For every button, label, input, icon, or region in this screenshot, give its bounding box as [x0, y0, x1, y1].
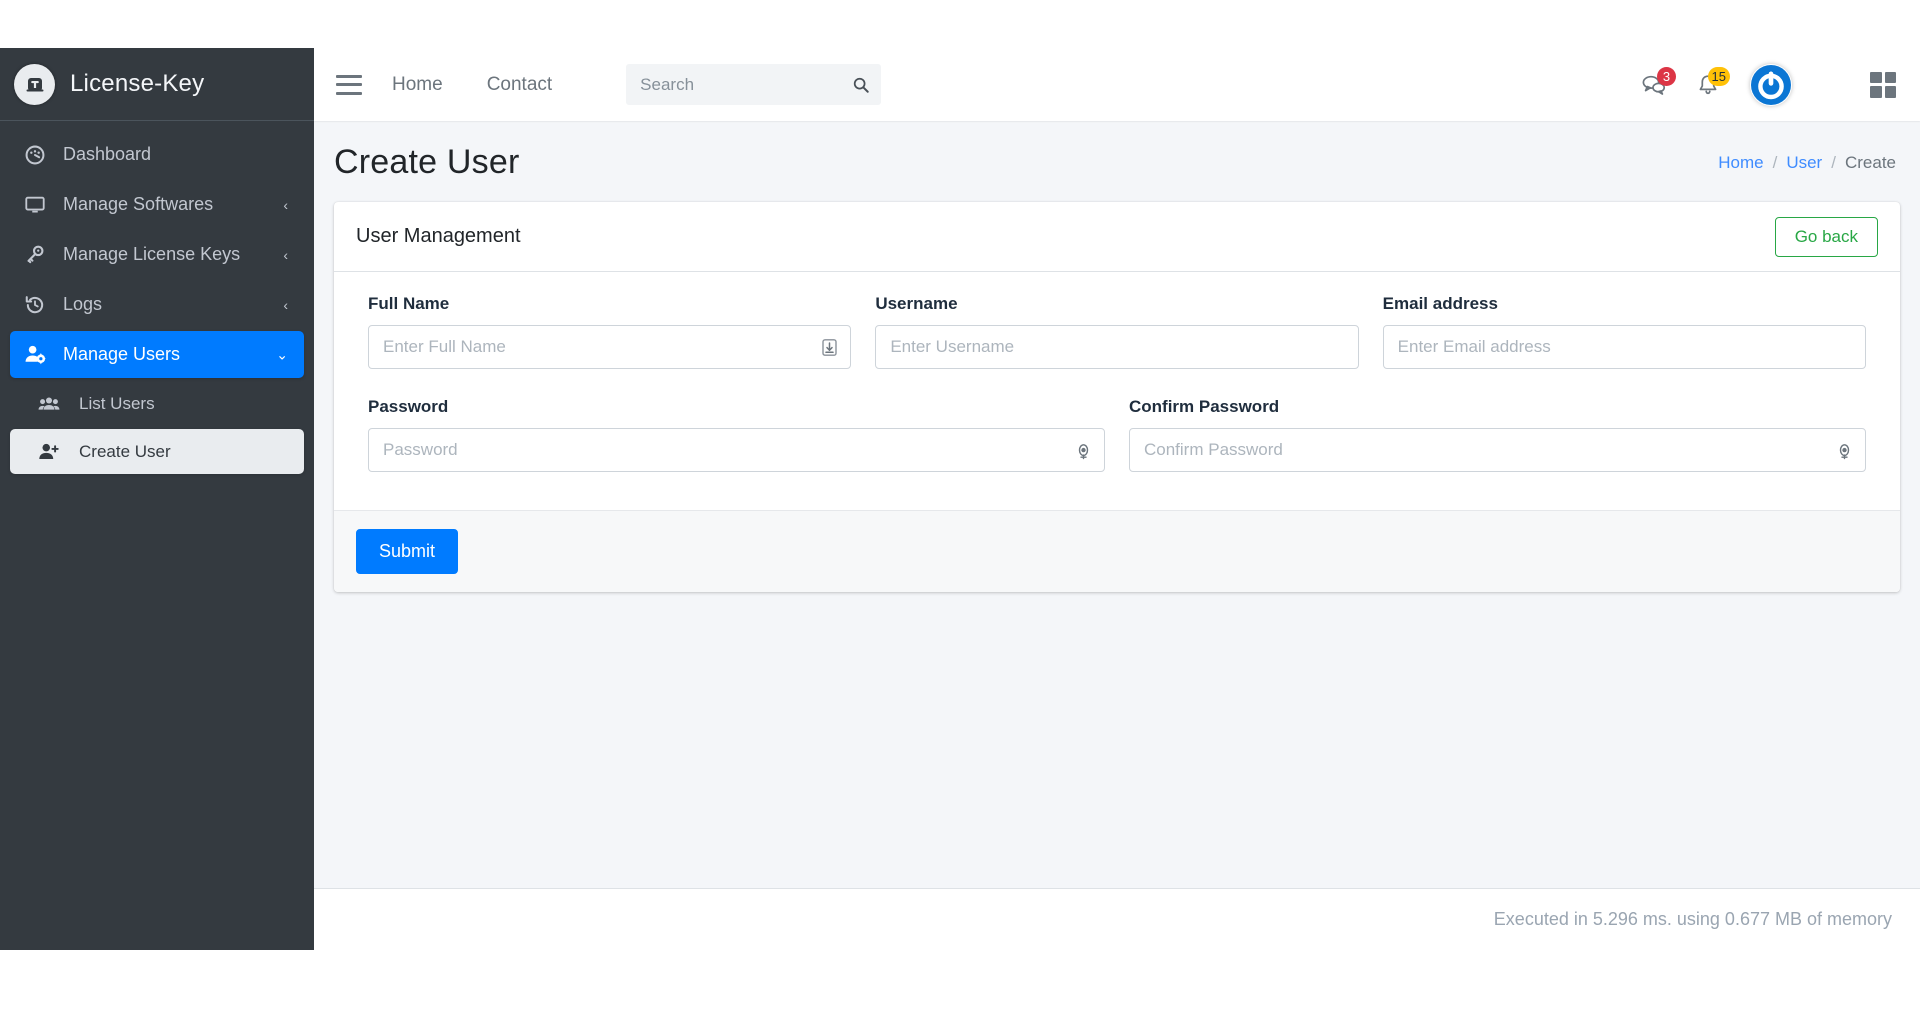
sidebar-item-list-users[interactable]: List Users [10, 381, 304, 426]
sidebar-item-create-user[interactable]: Create User [10, 429, 304, 474]
breadcrumb-item-create: Create [1845, 153, 1896, 173]
key-icon [24, 243, 50, 267]
sidebar-item-label: Create User [79, 442, 171, 462]
sidebar-item-logs[interactable]: Logs ‹ [10, 281, 304, 328]
topnav-actions: 3 15 [1620, 64, 1896, 106]
sidebar-item-manage-softwares[interactable]: Manage Softwares ‹ [10, 181, 304, 228]
sidebar-nav: Dashboard Manage Softwares ‹ [0, 121, 314, 378]
notifications-badge: 15 [1708, 67, 1730, 86]
page-footer: Executed in 5.296 ms. using 0.677 MB of … [314, 888, 1920, 950]
field-group-password: Password [356, 397, 1117, 472]
breadcrumb-separator: / [1831, 153, 1836, 173]
footer-status-text: Executed in 5.296 ms. using 0.677 MB of … [1494, 909, 1892, 930]
sidebar-item-label: List Users [79, 394, 155, 414]
sidebar: License-Key Dashboard M [0, 48, 314, 950]
sidebar-item-manage-license-keys[interactable]: Manage License Keys ‹ [10, 231, 304, 278]
brand-title: License-Key [70, 70, 204, 98]
password-input[interactable] [368, 428, 1105, 472]
username-input[interactable] [875, 325, 1358, 369]
breadcrumb-item-user[interactable]: User [1786, 153, 1822, 173]
content-header: Create User Home / User / Create [314, 121, 1920, 202]
avatar[interactable] [1750, 64, 1792, 106]
sidebar-item-label: Logs [63, 294, 102, 315]
desktop-icon [24, 193, 50, 217]
sidebar-item-dashboard[interactable]: Dashboard [10, 131, 304, 178]
power-avatar-icon [1750, 64, 1792, 106]
user-plus-icon [38, 441, 68, 463]
search-input[interactable] [627, 65, 880, 104]
full-name-label: Full Name [368, 294, 851, 314]
top-navbar: Home Contact 3 15 [314, 48, 1920, 121]
form-row-2: Password Con [356, 397, 1878, 490]
user-management-card: User Management Go back Full Name [334, 202, 1900, 592]
card-title: User Management [356, 225, 521, 248]
chevron-down-icon: ⌄ [276, 346, 288, 363]
license-key-logo-icon [14, 64, 55, 105]
sidebar-item-label: Manage License Keys [63, 244, 240, 265]
autofill-icon[interactable] [819, 337, 839, 357]
page-title: Create User [334, 143, 519, 182]
messages-button[interactable]: 3 [1634, 65, 1674, 105]
hamburger-icon[interactable] [336, 75, 362, 95]
card-footer: Submit [334, 510, 1900, 592]
card-header: User Management Go back [334, 202, 1900, 272]
sidebar-item-label: Manage Softwares [63, 194, 213, 215]
breadcrumb-item-home[interactable]: Home [1718, 153, 1763, 173]
field-group-username: Username [863, 294, 1370, 369]
notifications-button[interactable]: 15 [1688, 65, 1728, 105]
card-body: Full Name Us [334, 272, 1900, 510]
confirm-password-label: Confirm Password [1129, 397, 1866, 417]
submit-button[interactable]: Submit [356, 529, 458, 574]
tachometer-icon [24, 143, 50, 167]
sidebar-item-manage-users[interactable]: Manage Users ⌄ [10, 331, 304, 378]
email-label: Email address [1383, 294, 1866, 314]
th-large-icon[interactable] [1870, 72, 1896, 98]
topnav-link-contact[interactable]: Contact [487, 74, 552, 96]
users-icon [38, 393, 68, 415]
eye-reveal-icon[interactable] [1073, 440, 1093, 460]
chevron-left-icon: ‹ [283, 297, 288, 313]
sidebar-item-label: Manage Users [63, 344, 180, 365]
go-back-button[interactable]: Go back [1775, 217, 1878, 257]
password-label: Password [368, 397, 1105, 417]
username-label: Username [875, 294, 1358, 314]
eye-reveal-icon[interactable] [1834, 440, 1854, 460]
confirm-password-input[interactable] [1129, 428, 1866, 472]
chevron-left-icon: ‹ [283, 247, 288, 263]
history-icon [24, 293, 50, 317]
email-input[interactable] [1383, 325, 1866, 369]
field-group-email: Email address [1371, 294, 1878, 369]
sidebar-subnav-manage-users: List Users Create User [0, 381, 314, 474]
field-group-confirm-password: Confirm Password [1117, 397, 1878, 472]
chevron-left-icon: ‹ [283, 197, 288, 213]
search-icon[interactable] [850, 74, 872, 96]
form-row-1: Full Name Us [356, 294, 1878, 387]
topnav-link-home[interactable]: Home [392, 74, 443, 96]
user-cog-icon [24, 343, 50, 367]
field-group-full-name: Full Name [356, 294, 863, 369]
brand-header[interactable]: License-Key [0, 48, 314, 121]
breadcrumb-separator: / [1773, 153, 1778, 173]
full-name-input[interactable] [368, 325, 851, 369]
breadcrumb: Home / User / Create [1718, 153, 1896, 173]
search-box [626, 64, 881, 105]
sidebar-item-label: Dashboard [63, 144, 151, 165]
messages-badge: 3 [1657, 67, 1676, 86]
main-content: Create User Home / User / Create User Ma… [314, 121, 1920, 888]
